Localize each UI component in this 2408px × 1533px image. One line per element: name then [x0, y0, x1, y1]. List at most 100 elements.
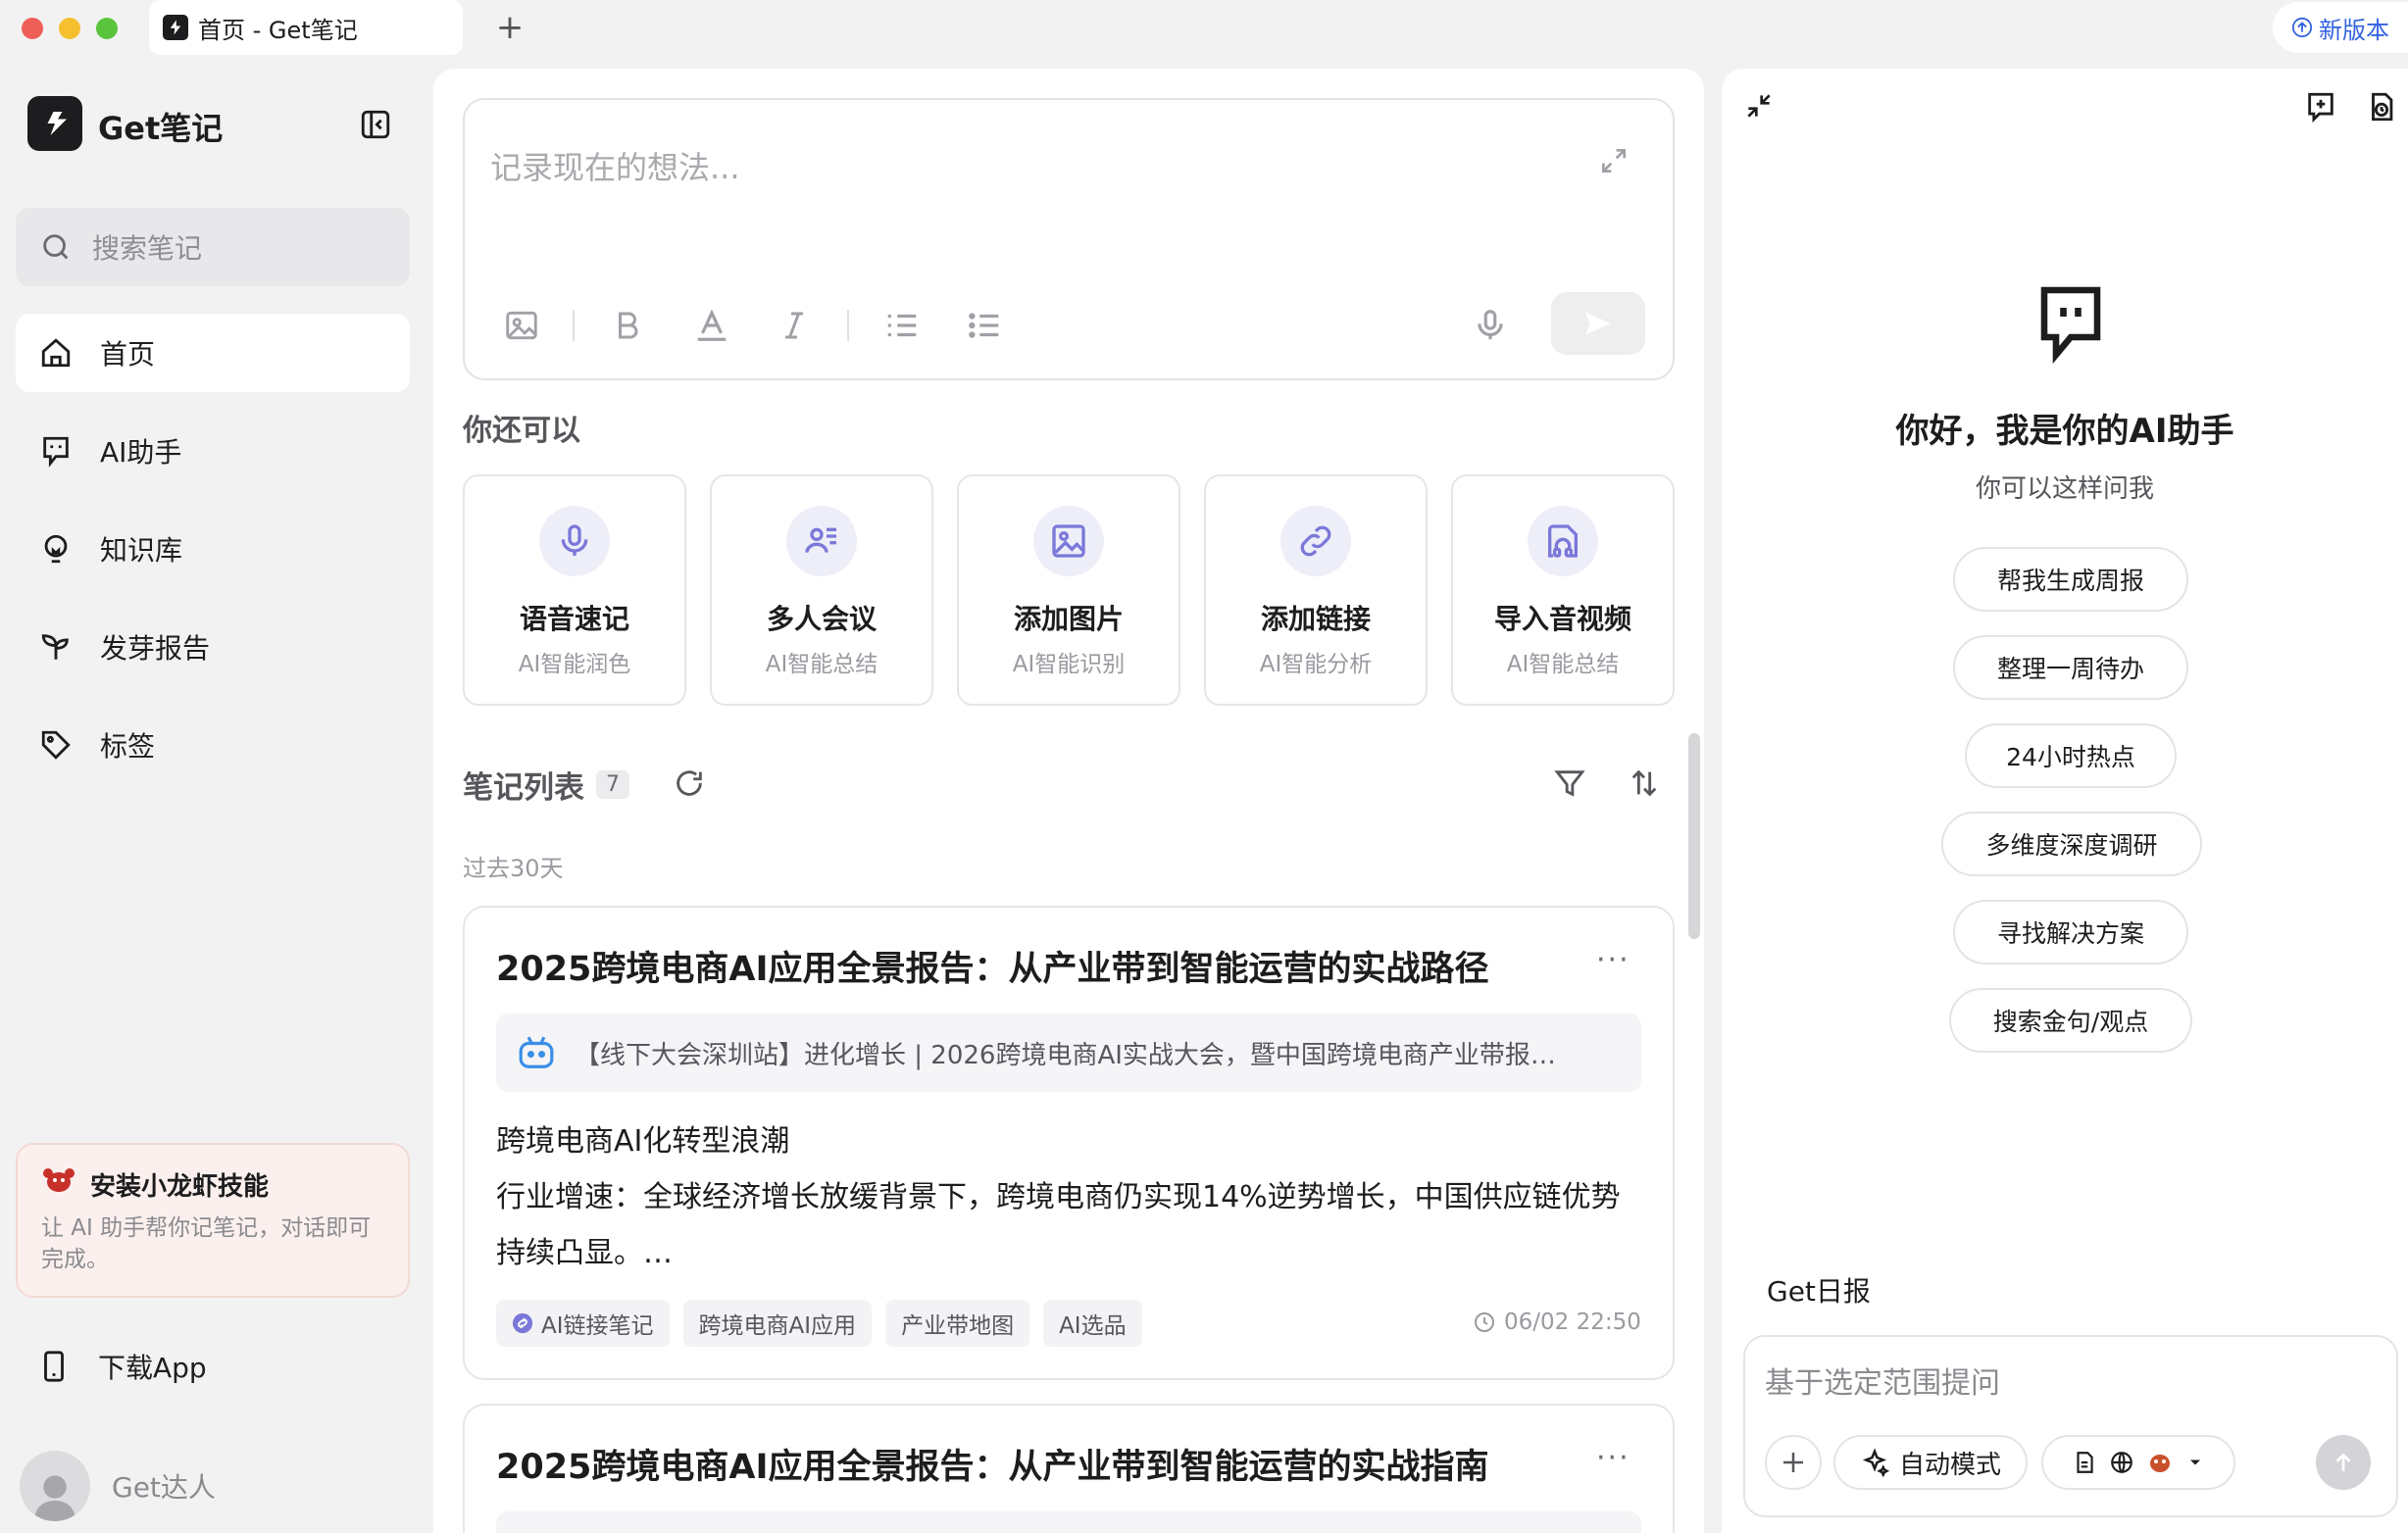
tag-label: AI链接笔记: [541, 1313, 654, 1339]
suggestion-chip[interactable]: 整理一周待办: [1953, 635, 2188, 700]
send-note-button[interactable]: [1551, 292, 1645, 355]
tag-chip[interactable]: 产业带地图: [885, 1300, 1030, 1347]
new-tab-button[interactable]: +: [490, 8, 529, 47]
note-count-badge: 7: [596, 770, 629, 799]
suggestion-chip[interactable]: 24小时热点: [1965, 723, 2177, 788]
suggestion-chip[interactable]: 帮我生成周报: [1953, 547, 2188, 612]
note-list-header: 笔记列表 7: [463, 763, 629, 807]
note-title[interactable]: 2025跨境电商AI应用全景报告：从产业带到智能运营的实战指南: [496, 1439, 1489, 1489]
promo-title: 安装小龙虾技能: [90, 1172, 270, 1202]
suggestion-chip[interactable]: 寻找解决方案: [1953, 900, 2188, 964]
user-name: Get达人: [112, 1471, 216, 1504]
add-attachment-button[interactable]: [1765, 1435, 1822, 1490]
expand-icon: [1602, 149, 1626, 173]
quick-card-title: 添加图片: [1013, 603, 1124, 635]
zoom-window-button[interactable]: [96, 18, 118, 39]
sidebar-item-tags[interactable]: 标签: [16, 706, 410, 784]
source-text: 【线下大会深圳站】进化增长 | 2026跨境电商AI实战大会，暨中国跨境电商产业…: [575, 1040, 1556, 1070]
quick-card-voice-note[interactable]: 语音速记 AI智能润色: [463, 474, 686, 706]
meeting-icon: [786, 506, 857, 576]
note-source-link[interactable]: 【线下大会深圳站】进化增长 | 2026跨境电商AI实战大会，暨中国跨境电商产业…: [496, 1014, 1641, 1092]
toolbar-divider: [573, 310, 575, 341]
shrink-panel-button[interactable]: [1743, 90, 1775, 125]
plus-icon: [1783, 1453, 1803, 1472]
tag-chip[interactable]: 跨境电商AI应用: [682, 1300, 873, 1347]
sidebar-collapse-icon: [361, 110, 390, 139]
more-options-button[interactable]: ···: [1596, 943, 1630, 977]
audio-video-icon: [1528, 506, 1598, 576]
mode-label: 自动模式: [1898, 1450, 2001, 1480]
more-options-button[interactable]: ···: [1596, 1441, 1630, 1475]
tag-chip[interactable]: AI选品: [1043, 1300, 1142, 1347]
app-name: Get笔记: [98, 110, 224, 147]
assistant-send-button[interactable]: [2316, 1435, 2371, 1490]
install-skill-promo[interactable]: 安装小龙虾技能 让 AI 助手帮你记笔记，对话即可完成。: [16, 1143, 410, 1298]
tag-chip[interactable]: AI链接笔记: [496, 1300, 670, 1347]
quick-card-audio-video[interactable]: 导入音视频 AI智能总结: [1451, 474, 1675, 706]
sidebar-item-label: 知识库: [100, 534, 183, 567]
sidebar-item-home[interactable]: 首页: [16, 314, 410, 392]
daily-report-label[interactable]: Get日报: [1767, 1270, 1871, 1310]
sort-button[interactable]: [1628, 766, 1661, 804]
collapse-sidebar-button[interactable]: [359, 108, 392, 141]
sort-icon: [1631, 769, 1657, 797]
quick-card-link[interactable]: 添加链接 AI智能分析: [1204, 474, 1428, 706]
quick-card-subtitle: AI智能总结: [1506, 652, 1620, 677]
suggestion-chip[interactable]: 多维度深度调研: [1941, 812, 2202, 876]
brand-logo: [27, 96, 82, 151]
close-window-button[interactable]: [22, 18, 43, 39]
browser-tab[interactable]: 首页 - Get笔记: [149, 0, 463, 55]
quick-card-meeting[interactable]: 多人会议 AI智能总结: [710, 474, 933, 706]
sidebar-item-knowledge-base[interactable]: 知识库: [16, 510, 410, 588]
update-version-button[interactable]: 新版本: [2273, 2, 2408, 53]
note-list-title: 笔记列表: [463, 770, 584, 806]
filter-icon: [1554, 770, 1585, 797]
tab-title: 首页 - Get笔记: [198, 16, 358, 44]
assistant-subtitle: 你可以这样问我: [1975, 474, 2154, 504]
text-color-button[interactable]: [690, 304, 733, 347]
quick-card-subtitle: AI智能润色: [518, 652, 631, 677]
arrow-up-icon: [2335, 1453, 2351, 1471]
note-body-text: 行业增速：全球经济增长放缓背景下，跨境电商仍实现14%逆势增长，中国供应链优势持…: [496, 1180, 1621, 1270]
home-icon: [37, 334, 75, 371]
microphone-icon: [1478, 310, 1503, 340]
quick-card-subtitle: AI智能分析: [1259, 652, 1373, 677]
expand-editor-button[interactable]: [1598, 145, 1630, 180]
history-icon: [2372, 92, 2393, 122]
sprout-icon: [37, 628, 75, 666]
tag-icon: [37, 726, 75, 764]
sidebar-item-ai-assistant[interactable]: AI助手: [16, 412, 410, 490]
link-badge-icon: [512, 1312, 533, 1334]
quick-card-image[interactable]: 添加图片 AI智能识别: [957, 474, 1180, 706]
bold-button[interactable]: [606, 304, 649, 347]
bullet-list-button[interactable]: [963, 304, 1006, 347]
suggestion-chip[interactable]: 搜索金句/观点: [1949, 988, 2192, 1053]
italic-button[interactable]: [773, 304, 816, 347]
mode-selector-button[interactable]: 自动模式: [1833, 1435, 2028, 1490]
upgrade-icon: [2291, 17, 2313, 38]
app-logo-icon: [163, 15, 188, 40]
history-button[interactable]: [2365, 90, 2398, 127]
minimize-window-button[interactable]: [59, 18, 80, 39]
sidebar-item-label: 首页: [100, 338, 156, 371]
user-profile[interactable]: Get达人: [20, 1451, 216, 1521]
new-chat-button[interactable]: [2304, 90, 2337, 127]
note-body-heading: 跨境电商AI化转型浪潮: [496, 1124, 790, 1159]
insert-image-button[interactable]: [500, 304, 543, 347]
avatar: [20, 1451, 90, 1521]
lightning-logo-icon: [43, 112, 67, 135]
robot-icon: [519, 1036, 554, 1068]
sidebar-item-sprout-report[interactable]: 发芽报告: [16, 608, 410, 686]
search-input[interactable]: 搜索笔记: [16, 208, 410, 286]
main-scrollbar[interactable]: [1688, 733, 1700, 939]
toolbar-divider: [847, 310, 849, 341]
download-app-link[interactable]: 下载App: [37, 1347, 207, 1386]
voice-input-button[interactable]: [1469, 304, 1512, 347]
note-title[interactable]: 2025跨境电商AI应用全景报告：从产业带到智能运营的实战路径: [496, 941, 1489, 991]
refresh-button[interactable]: [673, 766, 706, 804]
note-source-link[interactable]: [496, 1511, 1641, 1533]
ordered-list-button[interactable]: [880, 304, 924, 347]
document-icon: [2077, 1452, 2093, 1473]
filter-button[interactable]: [1553, 766, 1586, 804]
source-scope-selector[interactable]: [2041, 1435, 2235, 1490]
